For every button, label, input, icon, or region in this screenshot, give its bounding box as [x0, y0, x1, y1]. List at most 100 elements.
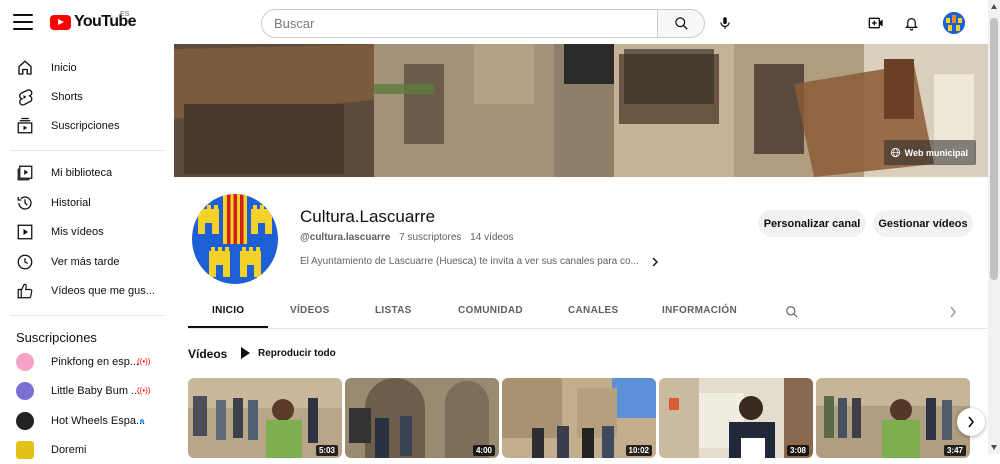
play-all-button[interactable]: Reproducir todo	[240, 347, 336, 359]
sidebar-item-liked-videos[interactable]: Vídeos que me gus...	[0, 277, 166, 305]
sidebar-divider	[10, 315, 165, 316]
subscriptions-icon	[17, 117, 33, 134]
play-icon	[241, 347, 250, 359]
my-videos-icon	[17, 224, 33, 240]
bell-icon	[904, 18, 918, 31]
search-icon	[674, 17, 688, 30]
coat-of-arms-icon	[192, 194, 278, 284]
account-avatar[interactable]	[943, 12, 965, 34]
menu-icon[interactable]	[13, 14, 33, 30]
video-thumbnail[interactable]: 3:08	[659, 378, 813, 458]
sidebar-item-history[interactable]: Historial	[0, 189, 166, 217]
watch-later-icon	[17, 254, 33, 270]
create-button[interactable]	[866, 13, 886, 33]
search-button[interactable]	[658, 9, 705, 38]
video-thumbnail[interactable]: 5:03	[188, 378, 342, 458]
tab-informacion[interactable]: INFORMACIÓN	[662, 305, 737, 316]
sidebar-item-label: Suscripciones	[51, 120, 120, 132]
sidebar-item-label: Little Baby Bum ...	[51, 385, 141, 397]
active-tab-indicator	[188, 326, 268, 328]
masthead: YouTube ES	[0, 0, 988, 44]
subscriptions-heading: Suscripciones	[16, 330, 97, 345]
channel-avatar	[16, 382, 34, 400]
sidebar-item-library[interactable]: Mi biblioteca	[0, 159, 166, 187]
youtube-logo[interactable]: YouTube ES	[50, 11, 136, 31]
search-input[interactable]	[261, 9, 658, 38]
sidebar-subscription-item[interactable]: Pinkfong en esp... ((•))	[0, 348, 166, 376]
tab-videos[interactable]: VÍDEOS	[290, 305, 330, 316]
scroll-up-arrow-icon[interactable]	[991, 4, 997, 9]
video-thumbnail[interactable]: 3:47	[816, 378, 970, 458]
sidebar-item-label: Mis vídeos	[51, 226, 104, 238]
scroll-down-arrow-icon[interactable]	[991, 445, 997, 450]
sidebar-item-home[interactable]: Inicio	[0, 54, 166, 82]
history-icon	[17, 196, 32, 210]
scrollbar-thumb[interactable]	[990, 18, 998, 280]
youtube-play-icon	[50, 14, 71, 30]
microphone-icon	[720, 17, 730, 29]
sidebar-item-shorts[interactable]: Shorts	[0, 83, 166, 111]
globe-icon	[890, 147, 900, 158]
channel-avatar	[16, 412, 34, 430]
channel-handle: @cultura.lascuarre	[300, 232, 391, 243]
sidebar-item-label: Shorts	[51, 91, 83, 103]
sidebar-item-label: Vídeos que me gus...	[51, 285, 155, 297]
play-all-label: Reproducir todo	[258, 347, 336, 359]
customize-channel-button[interactable]: Personalizar canal	[758, 210, 866, 237]
channel-name: Cultura.Lascuarre	[300, 207, 436, 226]
tab-inicio[interactable]: INICIO	[212, 305, 244, 316]
shorts-icon	[19, 89, 33, 106]
coat-of-arms-icon	[943, 12, 965, 34]
sidebar-item-subscriptions[interactable]: Suscripciones	[0, 112, 166, 140]
sidebar-item-label: Pinkfong en esp...	[51, 356, 140, 368]
video-duration: 4:00	[472, 445, 495, 456]
carousel-next-button[interactable]	[957, 408, 985, 436]
subscriber-count: 7 suscriptores	[399, 232, 462, 243]
video-count: 14 vídeos	[470, 232, 514, 243]
notifications-button[interactable]	[901, 13, 921, 33]
web-municipal-link[interactable]: Web municipal	[883, 140, 976, 165]
sidebar-subscription-item[interactable]: Little Baby Bum ... ((•))	[0, 377, 166, 405]
video-thumbnail[interactable]: 4:00	[345, 378, 499, 458]
sidebar-subscription-item[interactable]: Hot Wheels Espa...	[0, 407, 166, 435]
channel-search-icon[interactable]	[785, 305, 799, 319]
sidebar-subscription-item[interactable]: Doremi	[0, 436, 166, 464]
sidebar-item-label: Mi biblioteca	[51, 167, 113, 179]
sidebar-item-label: Hot Wheels Espa...	[51, 415, 146, 427]
tab-comunidad[interactable]: COMUNIDAD	[458, 305, 523, 316]
sidebar-item-label: Doremi	[51, 444, 87, 456]
channel-tabs: INICIO VÍDEOS LISTAS COMUNIDAD CANALES I…	[188, 297, 988, 329]
channel-description-text: El Ayuntamiento de Lascuarre (Huesca) te…	[300, 256, 639, 267]
video-duration: 10:02	[625, 445, 652, 456]
home-icon	[18, 60, 32, 75]
channel-meta: @cultura.lascuarre 7 suscriptores 14 víd…	[300, 232, 520, 243]
tab-listas[interactable]: LISTAS	[375, 305, 412, 316]
banner-image	[174, 44, 988, 177]
voice-search-button[interactable]	[715, 13, 735, 33]
sidebar-divider	[10, 150, 165, 151]
library-icon	[17, 165, 33, 181]
live-icon: ((•))	[137, 386, 151, 395]
sidebar-item-label: Historial	[51, 197, 91, 209]
live-icon: ((•))	[137, 357, 151, 366]
sidebar-item-label: Ver más tarde	[51, 256, 120, 268]
sidebar-item-my-videos[interactable]: Mis vídeos	[0, 218, 166, 246]
sidebar-item-label: Inicio	[51, 62, 77, 74]
new-content-dot	[140, 419, 144, 423]
channel-description[interactable]: El Ayuntamiento de Lascuarre (Huesca) te…	[300, 256, 659, 267]
channel-avatar[interactable]	[192, 194, 278, 284]
page-scrollbar[interactable]	[988, 0, 1000, 454]
chevron-right-icon	[968, 416, 975, 428]
sidebar: Inicio Shorts Suscripciones Mi bibliotec…	[0, 44, 174, 459]
video-thumbnail[interactable]: 10:02	[502, 378, 656, 458]
video-duration: 5:03	[315, 445, 338, 456]
channel-banner: Web municipal	[174, 44, 988, 177]
manage-videos-button[interactable]: Gestionar vídeos	[873, 210, 973, 237]
web-municipal-label: Web municipal	[904, 147, 968, 158]
tabs-scroll-right-icon[interactable]	[949, 306, 957, 318]
video-duration: 3:08	[786, 445, 809, 456]
sidebar-item-watch-later[interactable]: Ver más tarde	[0, 248, 166, 276]
tab-canales[interactable]: CANALES	[568, 305, 618, 316]
chevron-right-icon	[652, 257, 658, 266]
video-duration: 3:47	[943, 445, 966, 456]
